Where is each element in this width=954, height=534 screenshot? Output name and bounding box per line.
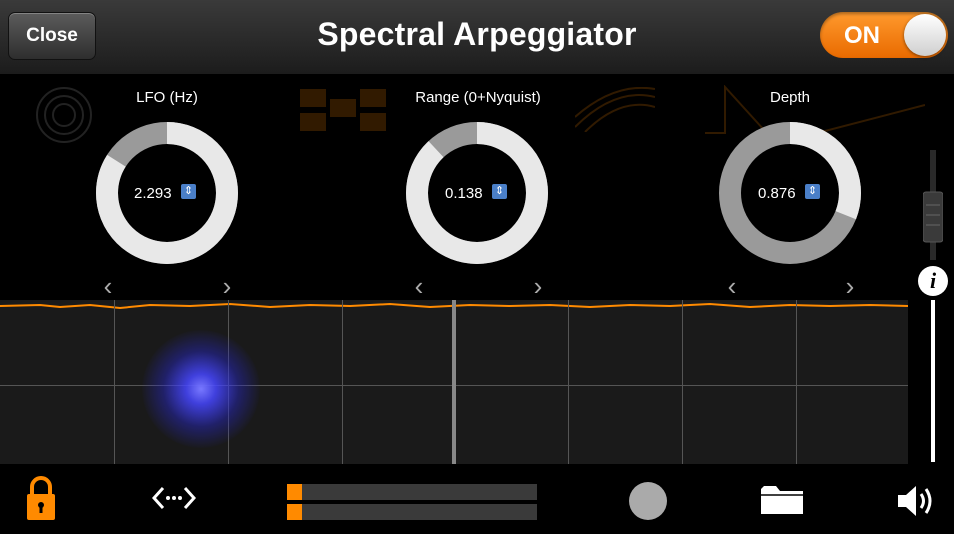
touch-point[interactable]: [142, 330, 260, 448]
level-meter-top-fill: [287, 484, 302, 500]
lfo-next-button[interactable]: ›: [212, 271, 242, 301]
range-title: Range (0+Nyquist): [415, 89, 541, 106]
depth-stepper-icon[interactable]: ⇕: [805, 184, 820, 199]
depth-title: Depth: [769, 89, 811, 106]
toggle-knob: [904, 14, 946, 56]
level-meter-bottom: [287, 504, 537, 520]
toggle-label: ON: [844, 22, 880, 49]
controls-panel: LFO (Hz) 2.293 ⇕ ‹ › Range (0+Nyquist) 0…: [0, 75, 954, 301]
side-level-bar: [931, 300, 935, 462]
background-waves-icon: [575, 87, 655, 132]
range-value: 0.138: [445, 185, 483, 202]
grid-line: [114, 300, 115, 464]
speaker-icon[interactable]: [896, 482, 938, 520]
header-bar: Close Spectral Arpeggiator ON: [0, 0, 954, 75]
page-title: Spectral Arpeggiator: [317, 16, 637, 52]
xy-pad[interactable]: [0, 300, 908, 464]
info-icon[interactable]: i: [918, 266, 948, 296]
record-icon[interactable]: [629, 482, 667, 520]
depth-prev-button[interactable]: ‹: [717, 271, 747, 301]
range-next-button[interactable]: ›: [523, 271, 553, 301]
lfo-title: LFO (Hz): [136, 89, 198, 106]
grid-line: [568, 300, 569, 464]
horizontal-expand-icon[interactable]: [152, 485, 196, 511]
level-meter-bottom-fill: [287, 504, 302, 520]
depth-next-button[interactable]: ›: [835, 271, 865, 301]
lfo-prev-button[interactable]: ‹: [93, 271, 123, 301]
lfo-stepper-icon[interactable]: ⇕: [181, 184, 196, 199]
depth-value: 0.876: [758, 185, 796, 202]
folder-icon[interactable]: [760, 484, 804, 516]
range-stepper-icon[interactable]: ⇕: [492, 184, 507, 199]
side-slider[interactable]: [923, 150, 943, 260]
lfo-value: 2.293: [134, 185, 172, 202]
grid-line: [342, 300, 343, 464]
playhead: [452, 300, 456, 464]
power-toggle[interactable]: ON: [820, 12, 948, 58]
level-meter-top: [287, 484, 537, 500]
grid-line: [796, 300, 797, 464]
lock-icon[interactable]: [25, 474, 57, 522]
grid-line: [682, 300, 683, 464]
range-prev-button[interactable]: ‹: [404, 271, 434, 301]
background-blocks-icon: [300, 89, 386, 131]
